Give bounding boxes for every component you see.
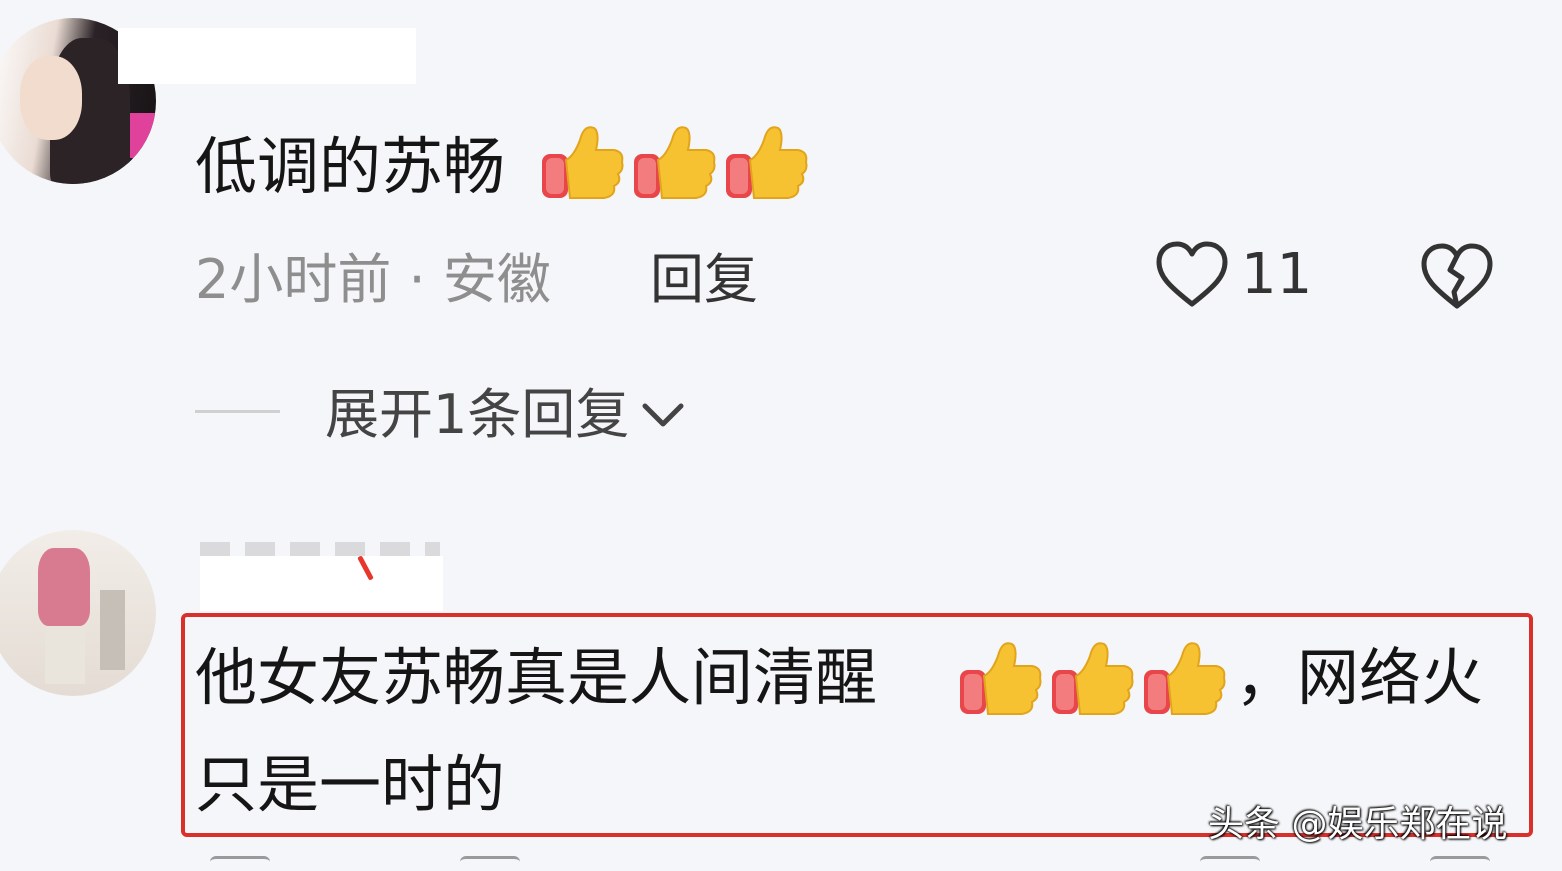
avatar-face [20,56,82,140]
peek-mark [1430,856,1490,871]
chevron-down-icon [642,403,684,427]
watermark: 头条 @娱乐郑在说 [1208,804,1508,845]
thumbs-up-icon [1144,642,1226,715]
emoji-group [958,636,1228,720]
like-button[interactable]: 11 [1155,240,1312,310]
emoji-group [540,120,810,204]
broken-heart-icon [1421,243,1493,309]
avatar-figure-legs [45,626,85,684]
next-comment-peek [200,856,1500,870]
username-redaction [118,28,416,84]
thumbs-up-icon [542,126,624,199]
thumbs-up-icon [960,642,1042,715]
comment-time: 2小时前 [195,248,392,311]
expand-replies-button[interactable]: 展开1条回复 [325,380,685,450]
expand-divider [195,410,280,413]
dislike-button[interactable] [1420,242,1494,316]
avatar[interactable] [0,530,156,696]
comment-text: 低调的苏畅 [195,130,506,203]
peek-mark [460,856,520,871]
username-redaction [200,556,443,611]
thumbs-up-icon [1052,642,1134,715]
reply-button[interactable]: 回复 [650,247,758,313]
like-count: 11 [1241,242,1313,307]
comment-location: 安徽 [442,248,551,311]
comment-text-line2: 只是一时的 [195,748,506,821]
comment-meta: 2小时前 · 安徽 [195,247,551,313]
thumbs-up-icon [726,126,808,199]
peek-mark [1200,856,1260,871]
thumbs-up-icon [634,126,716,199]
heart-icon [1156,241,1228,307]
comment-text-continued: ，网络火 [1235,641,1484,714]
avatar-shadow [100,590,125,670]
avatar-figure [38,548,90,626]
comment-text: 他女友苏畅真是人间清醒 [195,641,878,714]
expand-replies-label: 展开1条回复 [325,383,630,446]
meta-separator: · [408,248,426,311]
peek-mark [210,856,270,871]
